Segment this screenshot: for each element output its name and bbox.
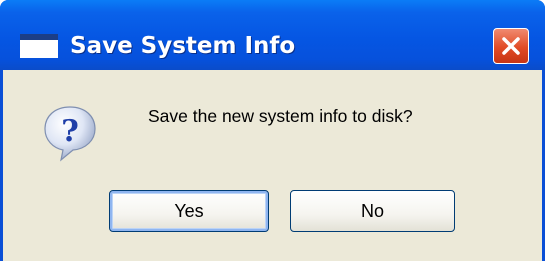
no-button[interactable]: No [290,190,455,232]
dialog-window: Save System Info ? Save the new system i… [0,0,545,261]
window-title: Save System Info [70,33,296,59]
title-bar[interactable]: Save System Info [0,0,545,70]
close-button[interactable] [493,28,529,64]
question-icon: ? [44,106,96,162]
dialog-message: Save the new system info to disk? [148,106,413,126]
dialog-body: ? Save the new system info to disk? Yes … [3,70,542,261]
close-icon [502,37,520,55]
svg-text:?: ? [61,114,79,149]
yes-button[interactable]: Yes [109,190,269,232]
window-icon [20,34,58,58]
